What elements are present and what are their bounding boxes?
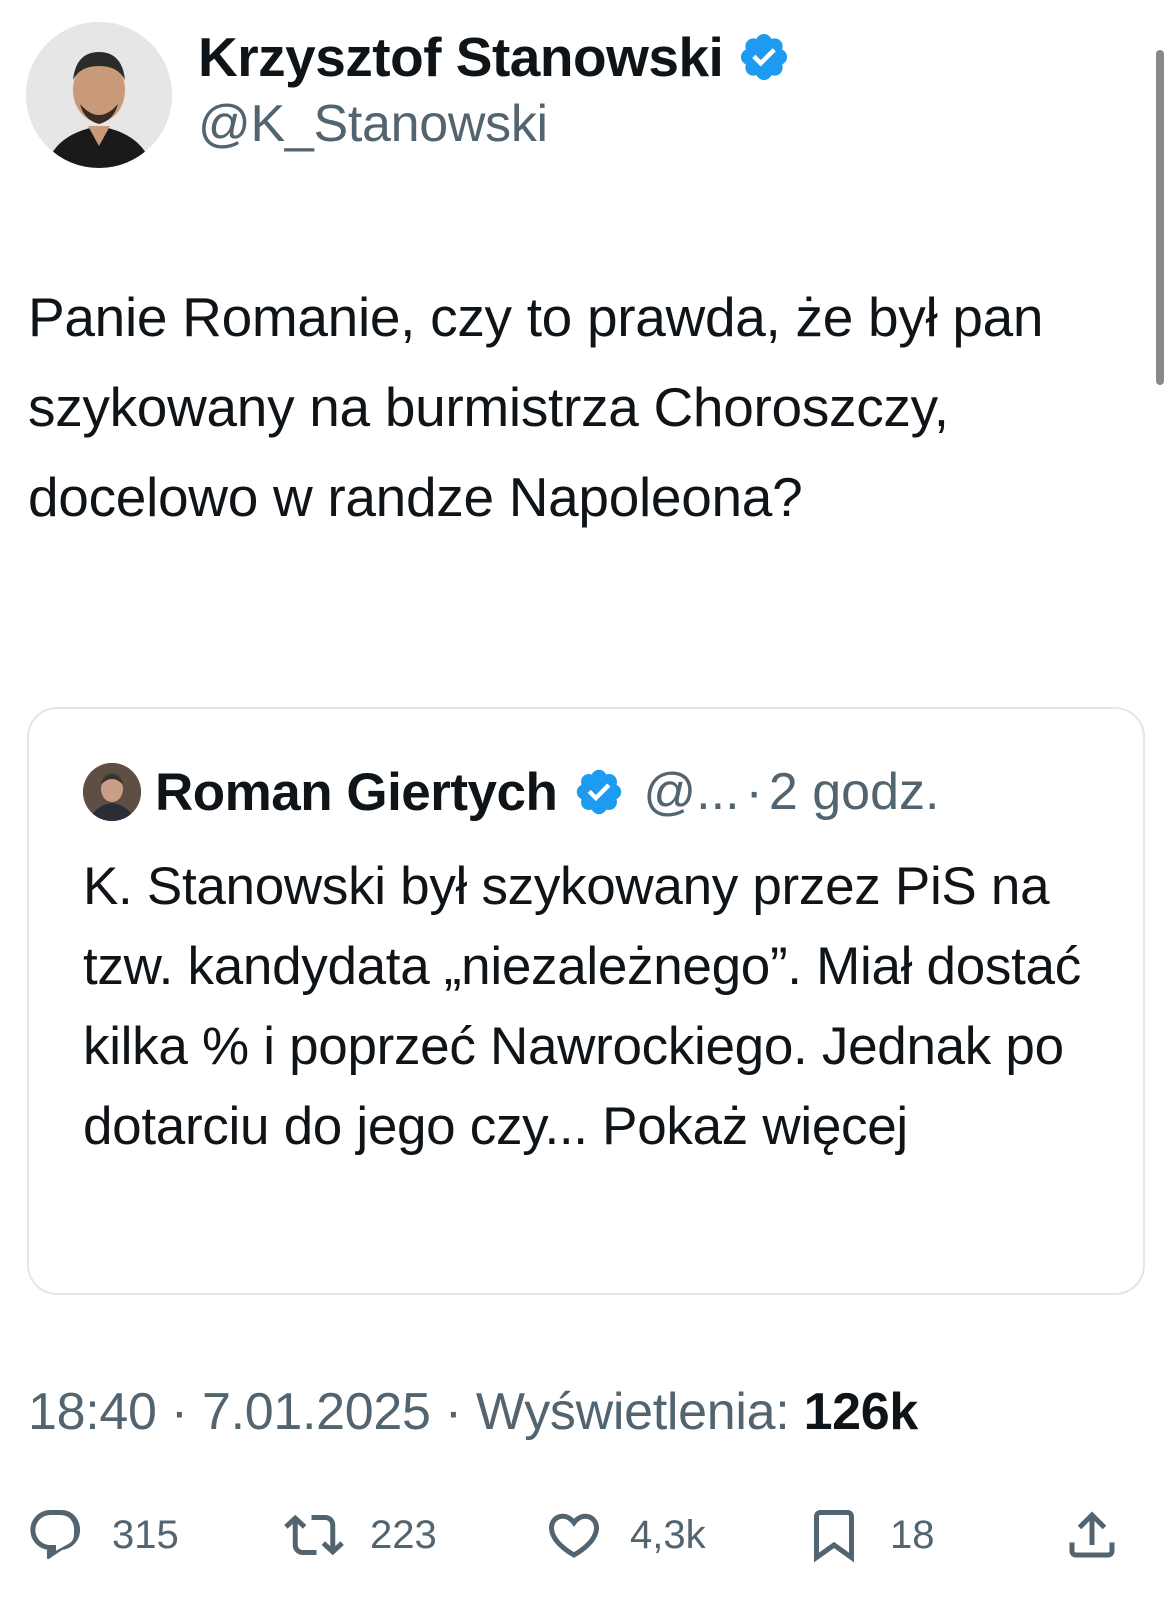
author-avatar[interactable]: [26, 22, 172, 168]
quoted-author-display-name: Roman Giertych: [155, 762, 558, 822]
quoted-time-ago: 2 godz.: [768, 763, 940, 821]
bookmark-button[interactable]: 18: [804, 1500, 935, 1570]
repost-button[interactable]: 223: [284, 1500, 437, 1570]
separator-dot: ·: [745, 763, 763, 821]
reply-icon: [30, 1510, 81, 1560]
share-button[interactable]: [1062, 1500, 1122, 1570]
verified-badge-icon: [741, 33, 788, 81]
quoted-text-body: K. Stanowski był szykowany przez PiS na …: [83, 857, 1081, 1156]
quoted-author-avatar: [83, 763, 141, 821]
like-count: 4,3k: [630, 1512, 706, 1557]
tweet-header: Krzysztof Stanowski @K_Stanowski: [26, 22, 791, 168]
views-label: Wyświetlenia:: [475, 1383, 804, 1441]
tweet-date[interactable]: 7.01.2025: [202, 1383, 431, 1441]
bookmark-icon: [814, 1510, 854, 1563]
author-handle[interactable]: @K_Stanowski: [198, 94, 791, 154]
verified-badge-icon: [577, 769, 622, 815]
author-display-name[interactable]: Krzysztof Stanowski: [198, 25, 724, 89]
heart-icon: [548, 1513, 600, 1558]
action-bar: 315 223 4,3k 18: [0, 1500, 1170, 1580]
quoted-author-handle: @...: [643, 763, 740, 821]
quoted-tweet[interactable]: Roman Giertych @... · 2 godz. K. Stanows…: [27, 707, 1145, 1295]
reply-button[interactable]: 315: [26, 1500, 179, 1570]
quoted-tweet-text: K. Stanowski był szykowany przez PiS na …: [83, 847, 1103, 1167]
repost-icon: [284, 1514, 344, 1556]
scrollbar[interactable]: [1156, 50, 1164, 385]
share-icon: [1069, 1511, 1115, 1558]
tweet-text: Panie Romanie, czy to prawda, że był pan…: [28, 286, 1044, 528]
bookmark-count: 18: [890, 1512, 935, 1557]
tweet-time[interactable]: 18:40: [28, 1383, 157, 1441]
repost-count: 223: [370, 1512, 437, 1557]
show-more-link[interactable]: Pokaż więcej: [602, 1097, 908, 1156]
views-count[interactable]: 126k: [804, 1383, 919, 1441]
separator-dot: ·: [156, 1383, 202, 1441]
like-button[interactable]: 4,3k: [544, 1500, 706, 1570]
tweet-metadata: 18:40 · 7.01.2025 · Wyświetlenia: 126k: [28, 1382, 918, 1442]
reply-count: 315: [112, 1512, 179, 1557]
separator-dot: ·: [430, 1383, 476, 1441]
